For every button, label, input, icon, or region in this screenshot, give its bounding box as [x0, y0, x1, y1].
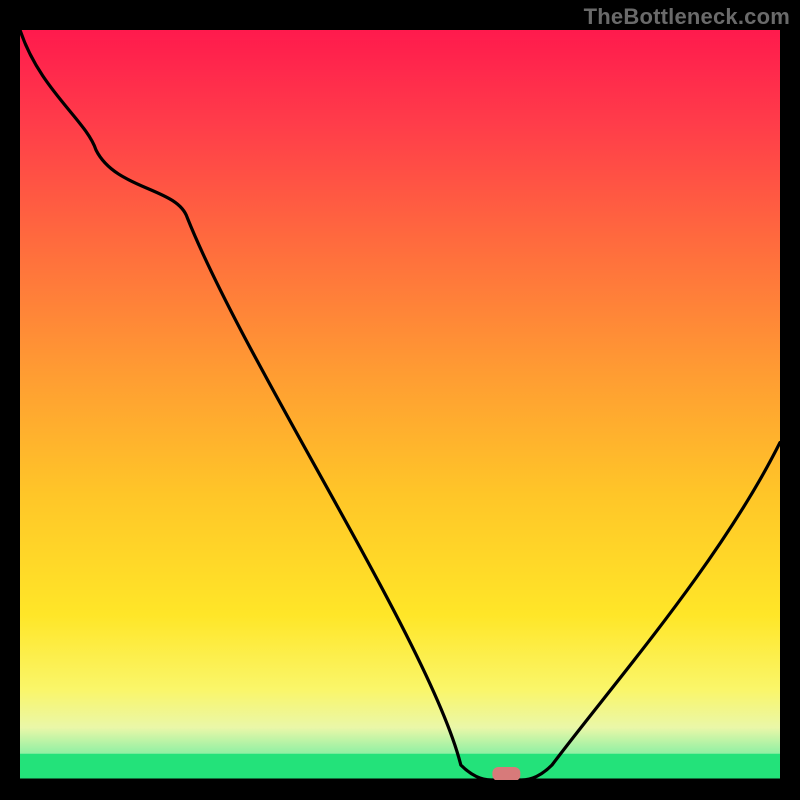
optimal-marker	[492, 767, 520, 780]
watermark-label: TheBottleneck.com	[584, 4, 790, 30]
chart-svg	[20, 30, 780, 780]
green-band	[20, 754, 780, 780]
chart-container: TheBottleneck.com	[0, 0, 800, 800]
plot-area	[20, 30, 780, 780]
gradient-background	[20, 30, 780, 780]
